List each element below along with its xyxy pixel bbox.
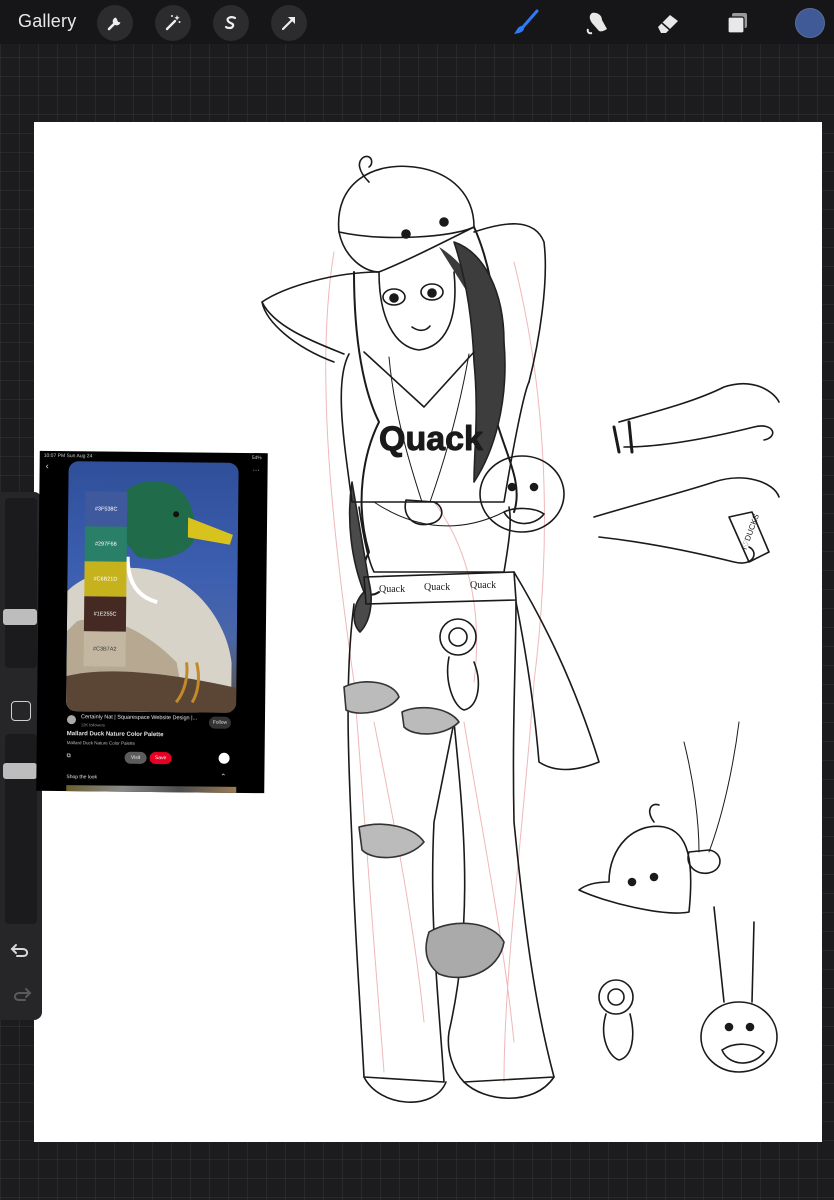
redo-icon: [13, 988, 32, 1001]
selection-s-icon: [224, 16, 237, 30]
eraser-tool-button[interactable]: [651, 6, 685, 40]
palette-swatch: #C3B7A2: [83, 631, 126, 667]
save-pin-button[interactable]: Save: [149, 751, 172, 765]
reference-window[interactable]: 10:07 PM Sun Aug 24 54% ‹ ··· #3F538C #29…: [36, 450, 268, 794]
shop-the-look-label: Shop the look: [66, 774, 97, 781]
shirt-text: Quack: [379, 420, 483, 458]
author-name[interactable]: Certainly Nat | Squarespace Website Desi…: [81, 714, 197, 721]
ref-status-time: 10:07 PM Sun Aug 24: [43, 452, 93, 460]
palette-swatch: #3F538C: [84, 491, 128, 527]
pin-title: Mallard Duck Nature Color Palette: [66, 731, 164, 739]
transform-button[interactable]: [271, 5, 307, 41]
brush-tool-button[interactable]: [509, 6, 543, 40]
gallery-button[interactable]: Gallery: [18, 11, 76, 32]
share-icon[interactable]: ⧉: [67, 753, 71, 760]
layers-button[interactable]: [721, 6, 755, 40]
undo-icon: [10, 944, 29, 957]
chevron-up-icon[interactable]: ⌃: [220, 773, 226, 781]
author-followers: 12K followers: [80, 722, 105, 728]
waistband-text-1: Quack: [379, 584, 405, 595]
eraser-icon: [658, 15, 678, 33]
ref-status-battery: 54%: [251, 455, 262, 462]
author-avatar[interactable]: [66, 715, 77, 725]
waistband-text-2: Quack: [424, 582, 450, 593]
undo-button[interactable]: [8, 938, 34, 962]
smudge-tool-button[interactable]: [580, 6, 614, 40]
bracelet-text: I♡DUCKS: [740, 513, 761, 551]
ref-more-button[interactable]: ···: [253, 467, 260, 474]
ref-back-icon[interactable]: ‹: [46, 461, 49, 471]
redo-button[interactable]: [8, 982, 34, 1006]
brush-size-thumb[interactable]: [3, 608, 37, 625]
pin-subtitle: Mallard Duck Nature Color Palette: [66, 740, 136, 746]
layers-icon: [727, 13, 747, 34]
magic-wand-icon: [165, 15, 181, 31]
actions-button[interactable]: [97, 5, 133, 41]
modify-button[interactable]: [11, 701, 31, 721]
brush-icon: [514, 9, 539, 34]
arrow-cursor-icon: [281, 17, 295, 31]
visit-button[interactable]: Visit: [124, 751, 147, 764]
selection-button[interactable]: [213, 5, 249, 41]
follow-button[interactable]: Follow: [208, 716, 232, 729]
brush-size-slider[interactable]: [5, 498, 37, 668]
wrench-icon: [107, 17, 121, 31]
palette-swatch: #297F68: [84, 526, 127, 562]
adjustments-button[interactable]: [155, 5, 191, 41]
palette-swatch: #C6B21D: [84, 561, 127, 597]
top-toolbar: Gallery: [0, 0, 834, 44]
color-picker-button[interactable]: [795, 8, 825, 38]
palette-swatch: #1E255C: [83, 596, 127, 632]
waistband-text-3: Quack: [470, 580, 496, 591]
messenger-icon[interactable]: [218, 752, 230, 764]
opacity-thumb[interactable]: [3, 762, 37, 779]
smudge-icon: [586, 12, 607, 35]
